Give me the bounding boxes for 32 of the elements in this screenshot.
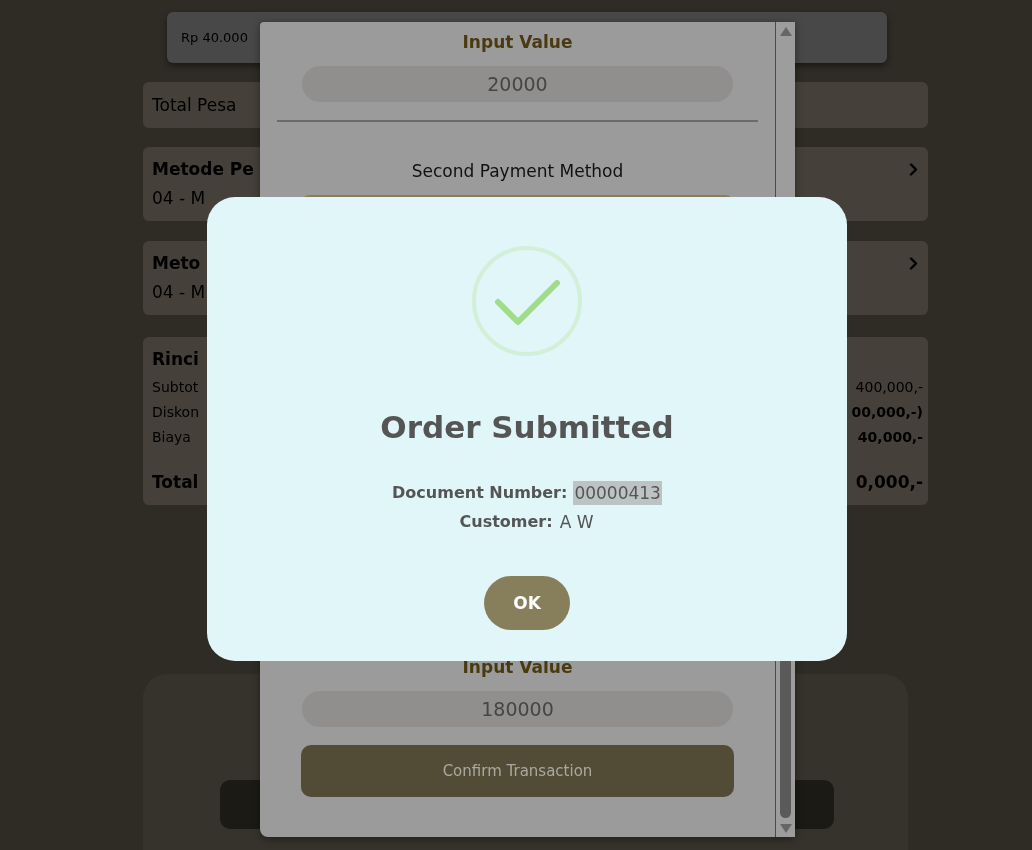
dialog-title: Order Submitted <box>380 408 674 447</box>
field-label: Input Value <box>462 31 573 53</box>
amount-text: Rp 40.000 <box>181 30 248 45</box>
method-title: Meto <box>152 252 201 274</box>
summary-value: 40,000,- <box>857 428 923 445</box>
triangle-up-icon[interactable] <box>779 27 792 36</box>
detail-label: Document Number: <box>392 483 568 502</box>
chevron-right-icon <box>909 163 918 176</box>
input-field[interactable]: 180000 <box>302 691 733 727</box>
ok-button[interactable]: OK <box>484 576 570 630</box>
summary-label: Diskon <box>152 403 199 420</box>
chevron-right-icon <box>909 257 918 270</box>
method-value: 04 - M <box>152 281 206 303</box>
detail-value: 00000413 <box>573 480 662 505</box>
summary-value: 00,000,-) <box>851 403 923 420</box>
detail-label: Customer: <box>459 512 553 531</box>
detail-value: A W <box>558 510 595 534</box>
summary-label: Biaya <box>152 428 191 445</box>
section-label: Second Payment Method <box>411 160 624 182</box>
total-label: Total Pesa <box>152 95 237 115</box>
triangle-down-icon[interactable] <box>779 824 792 833</box>
summary-title: Rinci <box>152 348 199 371</box>
summary-label: Subtot <box>152 378 199 395</box>
total-value: 0,000,- <box>855 472 923 492</box>
field-label: Input Value <box>462 656 573 678</box>
method-title: Metode Pe <box>152 158 254 180</box>
confirm-button[interactable]: Confirm Transaction <box>301 745 734 797</box>
input-field[interactable]: 20000 <box>302 66 733 102</box>
method-value: 04 - M <box>152 187 206 209</box>
total-label: Total <box>152 472 199 492</box>
check-circle-icon <box>472 246 582 356</box>
summary-value: 400,000,- <box>855 378 923 395</box>
